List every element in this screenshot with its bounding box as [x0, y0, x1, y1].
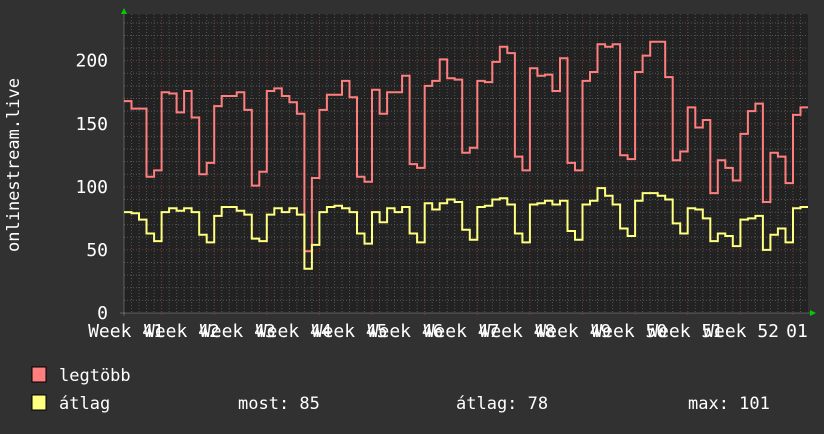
y-axis: 050100150200	[75, 51, 108, 324]
legend-label-avg: átlag	[59, 394, 110, 414]
chart: 050100150200 Week 41Week 42Week 43Week 4…	[4, 8, 816, 414]
y-tick-label: 100	[75, 177, 108, 198]
stat-avg: átlag: 78	[456, 394, 548, 414]
legend-swatch-max	[31, 366, 47, 383]
x-tick-label: Week 52	[703, 321, 779, 342]
y-tick-label: 50	[86, 240, 108, 261]
y-tick-label: 150	[75, 114, 108, 135]
stat-max: max: 101	[688, 394, 770, 414]
y-axis-label: onlinestream.live	[4, 78, 24, 252]
y-tick-label: 200	[75, 51, 108, 72]
legend-label-max: legtöbb	[59, 366, 131, 386]
y-axis-arrow-icon	[121, 8, 127, 14]
legend-swatch-avg	[31, 394, 47, 411]
x-axis-arrow-icon	[810, 310, 816, 316]
plot-area	[124, 14, 808, 313]
stat-now: most: 85	[238, 394, 320, 414]
x-tick-label: 01	[786, 321, 808, 342]
x-axis: Week 41Week 42Week 43Week 44Week 45Week …	[88, 321, 808, 342]
